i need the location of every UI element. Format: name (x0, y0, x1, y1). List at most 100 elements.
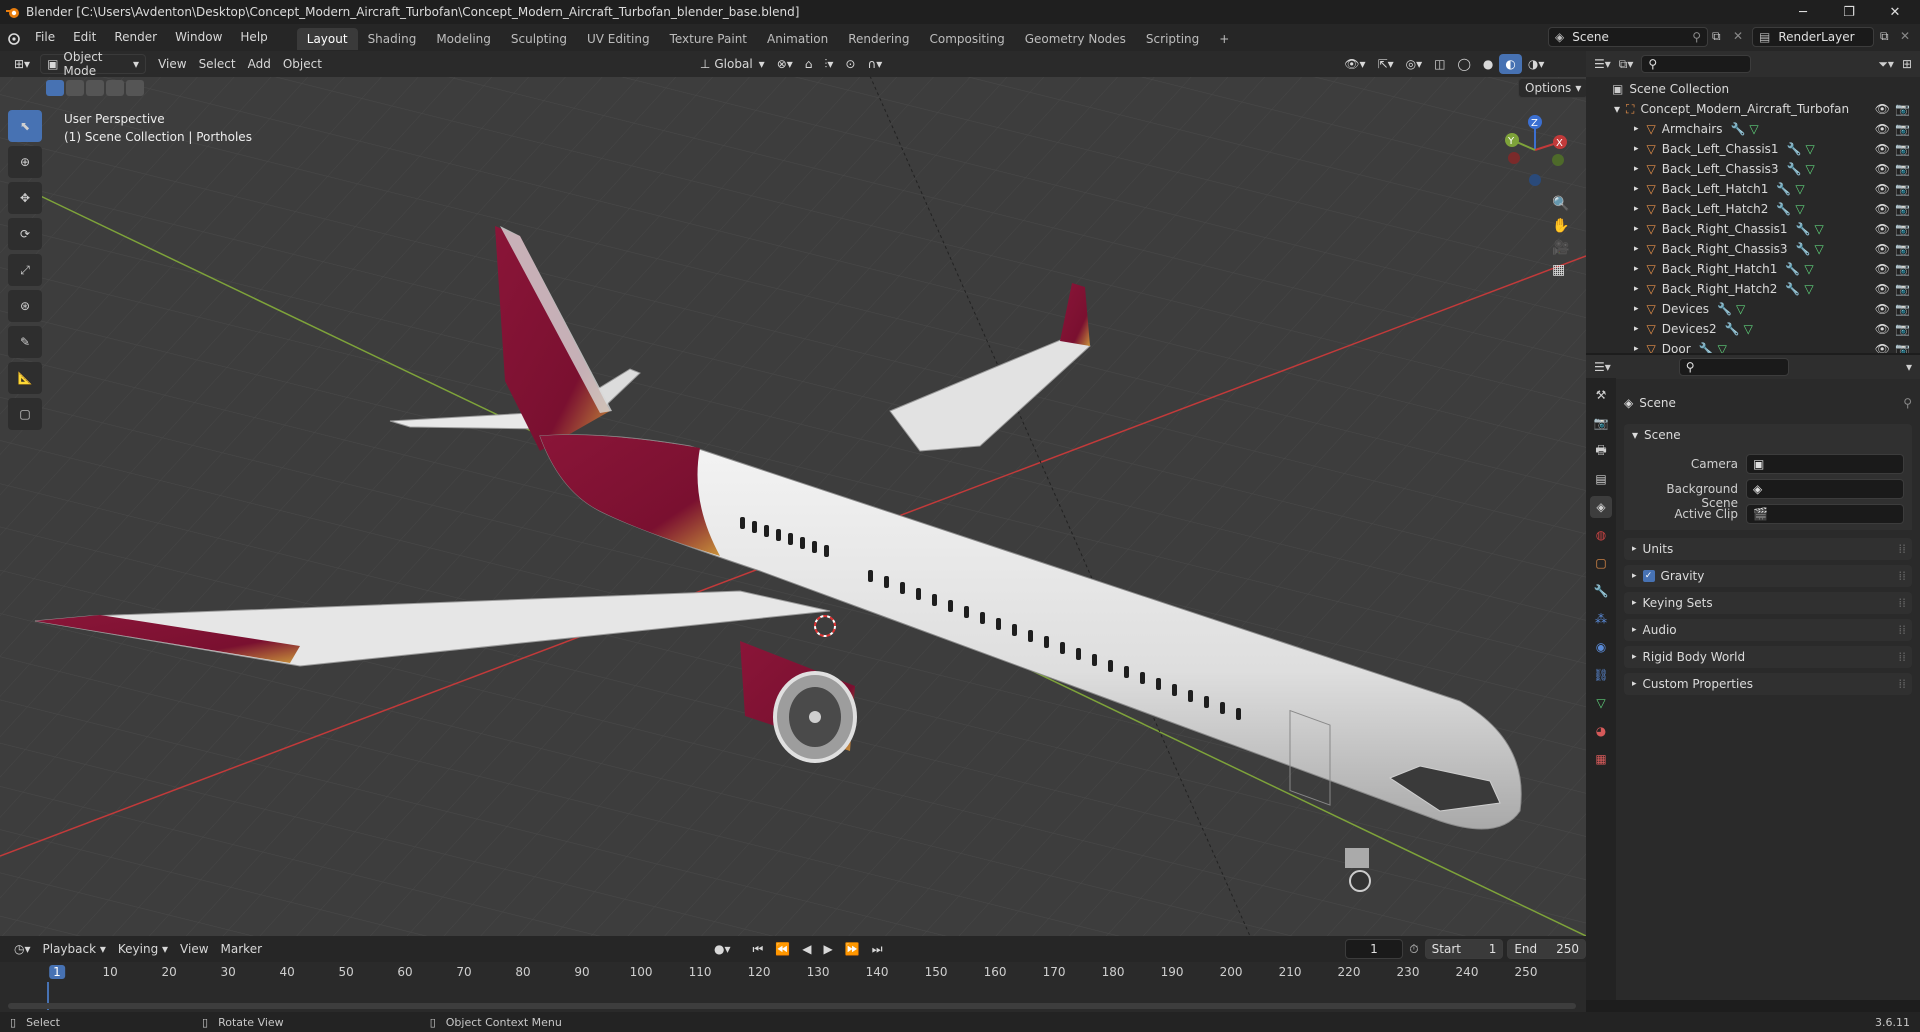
menu-playback[interactable]: Playback ▾ (37, 939, 112, 959)
new-view-layer-icon[interactable]: ⧉ (1880, 29, 1889, 44)
eye-icon[interactable]: 👁 (1875, 142, 1890, 156)
view-layer-tab-icon[interactable]: ▤ (1590, 468, 1612, 490)
menu-help[interactable]: Help (231, 24, 276, 51)
outliner-item[interactable]: ▸ ▽ Back_Left_Hatch1 🔧 ▽ 👁 📷 (1586, 179, 1920, 199)
drag-handle-icon[interactable]: ⁞⁞ (1898, 596, 1906, 610)
drag-handle-icon[interactable]: ⁞⁞ (1898, 569, 1906, 583)
pin-icon[interactable]: ⚲ (1692, 30, 1701, 44)
3d-viewport[interactable] (0, 51, 1586, 936)
options-dropdown[interactable]: Options ▾ (1518, 78, 1589, 98)
field-input[interactable]: ◈ (1746, 479, 1904, 499)
expand-arrow-icon[interactable]: ▸ (1634, 324, 1639, 334)
new-collection-icon[interactable]: ⊞ (1902, 57, 1912, 71)
expand-arrow-icon[interactable]: ▸ (1634, 344, 1639, 353)
data-tab-icon[interactable]: ▽ (1590, 692, 1612, 714)
menu-marker[interactable]: Marker (215, 939, 268, 959)
panel-header[interactable]: ▸ Rigid Body World ⁞⁞ (1624, 646, 1912, 668)
pan-hand-icon[interactable]: ✋ (1552, 218, 1578, 234)
play-icon[interactable]: ▶ (818, 939, 839, 959)
menu-window[interactable]: Window (166, 24, 231, 51)
select-intersect-icon[interactable] (126, 80, 144, 96)
pin-icon[interactable]: ⚲ (1903, 396, 1912, 410)
preview-range-icon[interactable]: ⏱ (1403, 939, 1424, 959)
annotate-tool-icon[interactable]: ✎ (8, 326, 42, 358)
eye-icon[interactable]: 👁 (1875, 262, 1890, 276)
outliner-item[interactable]: ▸ ▽ Back_Right_Hatch2 🔧 ▽ 👁 📷 (1586, 279, 1920, 299)
view-layer-selector[interactable]: ▤ RenderLayer (1752, 27, 1874, 47)
visibility-icon[interactable]: 👁▾ (1338, 54, 1371, 74)
overlays-icon[interactable]: ◎▾ (1400, 54, 1429, 74)
camera-view-icon[interactable]: 🎥 (1552, 240, 1578, 256)
object-tab-icon[interactable]: ▢ (1590, 552, 1612, 574)
render-camera-icon[interactable]: 📷 (1895, 322, 1910, 336)
drag-handle-icon[interactable]: ⁞⁞ (1898, 623, 1906, 637)
field-input[interactable]: ▣ (1746, 454, 1904, 474)
render-camera-icon[interactable]: 📷 (1895, 202, 1910, 216)
tab-uv-editing[interactable]: UV Editing (577, 28, 660, 50)
outliner-collection[interactable]: ▾ ⛶ Concept_Modern_Aircraft_Turbofan 👁 📷 (1586, 99, 1920, 119)
eye-icon[interactable]: 👁 (1875, 322, 1890, 336)
maximize-button[interactable]: ❐ (1826, 0, 1872, 24)
eye-icon[interactable]: 👁 (1875, 202, 1890, 216)
outliner-search-input[interactable]: ⚲ (1641, 55, 1752, 73)
world-tab-icon[interactable]: ◍ (1590, 524, 1612, 546)
menu-render[interactable]: Render (105, 24, 166, 51)
scene-tab-icon[interactable]: ◈ (1590, 496, 1612, 518)
jump-start-icon[interactable]: ⏮ (747, 939, 770, 959)
record-icon[interactable]: ●▾ (708, 939, 737, 959)
panel-header[interactable]: ▸ Audio ⁞⁞ (1624, 619, 1912, 641)
menu-edit[interactable]: Edit (64, 24, 105, 51)
proportional-edit-icon[interactable]: ⊙ (839, 54, 861, 74)
wireframe-shading-icon[interactable]: ◯ (1451, 54, 1476, 74)
blender-menu-icon[interactable] (0, 31, 26, 45)
eye-icon[interactable]: 👁 (1875, 182, 1890, 196)
tab-rendering[interactable]: Rendering (838, 28, 919, 50)
menu-add[interactable]: Add (242, 54, 277, 74)
transform-tool-icon[interactable]: ⊛ (8, 290, 42, 322)
gravity-checkbox[interactable]: ✓ (1642, 570, 1655, 582)
minimize-button[interactable]: ─ (1780, 0, 1826, 24)
solid-shading-icon[interactable]: ● (1477, 54, 1499, 74)
pivot-icon[interactable]: ⊗▾ (771, 54, 799, 74)
render-camera-icon[interactable]: 📷 (1895, 162, 1910, 176)
scene-selector[interactable]: ◈ Scene ⚲ (1548, 27, 1708, 47)
menu-select[interactable]: Select (193, 54, 242, 74)
eye-icon[interactable]: 👁 (1875, 122, 1890, 136)
expand-arrow-icon[interactable]: ▸ (1634, 144, 1639, 154)
rotate-tool-icon[interactable]: ⟳ (8, 218, 42, 250)
rendered-shading-icon[interactable]: ◑▾ (1522, 54, 1551, 74)
measure-tool-icon[interactable]: 📐 (8, 362, 42, 394)
filter-icon[interactable]: ⏷▾ (1878, 57, 1894, 72)
perspective-toggle-icon[interactable]: ▦ (1552, 262, 1578, 278)
xray-icon[interactable]: ◫ (1428, 54, 1451, 74)
expand-arrow-icon[interactable]: ▸ (1634, 204, 1639, 214)
properties-search-input[interactable]: ⚲ (1678, 358, 1789, 376)
eye-icon[interactable]: 👁 (1875, 102, 1890, 116)
eye-icon[interactable]: 👁 (1875, 162, 1890, 176)
menu-keying[interactable]: Keying ▾ (112, 939, 174, 959)
outliner-item[interactable]: ▸ ▽ Back_Left_Chassis1 🔧 ▽ 👁 📷 (1586, 139, 1920, 159)
outliner-item[interactable]: ▸ ▽ Armchairs 🔧 ▽ 👁 📷 (1586, 119, 1920, 139)
render-camera-icon[interactable]: 📷 (1895, 102, 1910, 116)
material-tab-icon[interactable]: ◕ (1590, 720, 1612, 742)
outliner-item[interactable]: ▸ ▽ Back_Left_Chassis3 🔧 ▽ 👁 📷 (1586, 159, 1920, 179)
expand-arrow-icon[interactable]: ▸ (1634, 244, 1639, 254)
output-tab-icon[interactable]: 🖶 (1590, 440, 1612, 462)
modifier-tab-icon[interactable]: 🔧 (1590, 580, 1612, 602)
outliner-item[interactable]: ▸ ▽ Back_Right_Chassis3 🔧 ▽ 👁 📷 (1586, 239, 1920, 259)
scene-panel-header[interactable]: ▾ Scene (1624, 424, 1912, 446)
outliner-item[interactable]: ▸ ▽ Back_Left_Hatch2 🔧 ▽ 👁 📷 (1586, 199, 1920, 219)
render-camera-icon[interactable]: 📷 (1895, 242, 1910, 256)
timeline-editor-icon[interactable]: ◷▾ (8, 939, 37, 959)
render-camera-icon[interactable]: 📷 (1895, 142, 1910, 156)
render-camera-icon[interactable]: 📷 (1895, 342, 1910, 353)
properties-options-icon[interactable]: ▾ (1906, 360, 1912, 374)
tab-scripting[interactable]: Scripting (1136, 28, 1209, 50)
outliner-item[interactable]: ▸ ▽ Devices2 🔧 ▽ 👁 📷 (1586, 319, 1920, 339)
constraints-tab-icon[interactable]: ⛓ (1590, 664, 1612, 686)
expand-arrow-icon[interactable]: ▸ (1634, 184, 1639, 194)
render-camera-icon[interactable]: 📷 (1895, 302, 1910, 316)
menu-timeline-view[interactable]: View (174, 939, 214, 959)
texture-tab-icon[interactable]: ▦ (1590, 748, 1612, 770)
outliner-editor-icon[interactable]: ☰▾ (1594, 57, 1611, 71)
